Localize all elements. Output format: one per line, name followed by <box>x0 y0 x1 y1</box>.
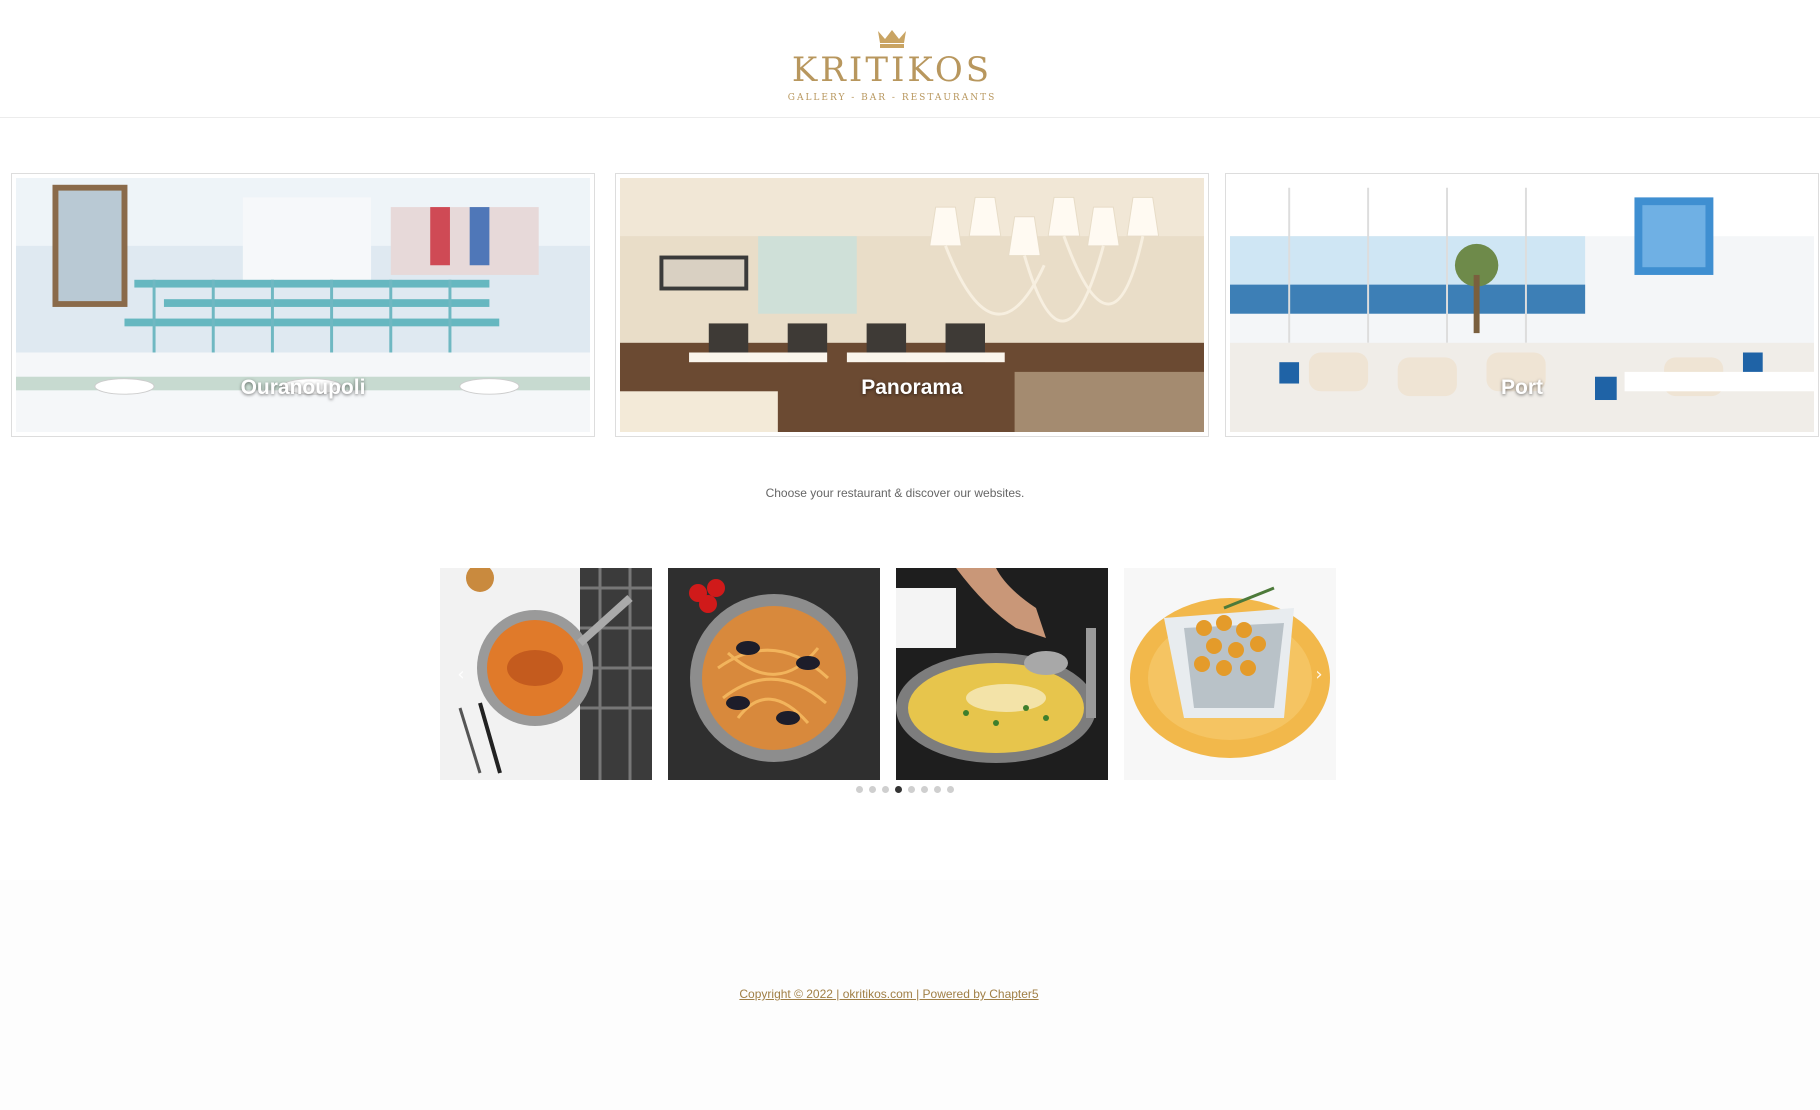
restaurant-label: Port <box>1501 376 1543 399</box>
seafood-pasta-image <box>668 568 880 780</box>
carousel-dot[interactable] <box>895 786 902 793</box>
site-header: KRITIKOS GALLERY - BAR - RESTAURANTS <box>0 0 1820 118</box>
discover-section: Choose your restaurant & discover our we… <box>390 476 1450 822</box>
carousel-prev-arrow[interactable]: ‹ <box>452 666 470 684</box>
logo-tagline: GALLERY - BAR - RESTAURANTS <box>787 93 997 103</box>
sea-bass-chickpeas-image <box>1124 568 1336 780</box>
carousel-dot[interactable] <box>869 786 876 793</box>
restaurant-label: Panorama <box>861 376 963 399</box>
restaurant-card-port[interactable]: Port <box>1226 174 1818 436</box>
restaurant-label: Ouranoupoli <box>240 376 366 399</box>
carousel-dot[interactable] <box>947 786 954 793</box>
food-carousel: ‹ › <box>440 568 1340 780</box>
fish-in-pan-image <box>896 568 1108 780</box>
restaurant-cards: Ouranoupoli Panorama Port <box>4 148 1818 456</box>
food-slide-1[interactable] <box>440 568 652 780</box>
kritikos-logo[interactable]: KRITIKOS GALLERY - BAR - RESTAURANTS <box>742 12 1042 118</box>
carousel-next-arrow[interactable]: › <box>1310 666 1328 684</box>
carousel-dot[interactable] <box>908 786 915 793</box>
carousel-dot[interactable] <box>921 786 928 793</box>
copyright-link[interactable]: Copyright © 2022 | okritikos.com | Power… <box>668 946 1110 1042</box>
carousel-dot[interactable] <box>882 786 889 793</box>
discover-tagline: Choose your restaurant & discover our we… <box>765 486 1025 500</box>
logo-wordmark: KRITIKOS <box>791 50 993 90</box>
crown-icon <box>878 30 906 48</box>
restaurant-card-panorama[interactable]: Panorama <box>616 174 1208 436</box>
carousel-dot[interactable] <box>934 786 941 793</box>
food-slide-4[interactable] <box>1124 568 1336 780</box>
restaurant-card-ouranoupoli[interactable]: Ouranoupoli <box>12 174 594 436</box>
food-slide-2[interactable] <box>668 568 880 780</box>
food-slide-3[interactable] <box>896 568 1108 780</box>
carousel-dot[interactable] <box>856 786 863 793</box>
carousel-pagination <box>856 786 954 793</box>
fish-soup-image <box>440 568 652 780</box>
page: KRITIKOS GALLERY - BAR - RESTAURANTS Our… <box>0 0 1820 1110</box>
